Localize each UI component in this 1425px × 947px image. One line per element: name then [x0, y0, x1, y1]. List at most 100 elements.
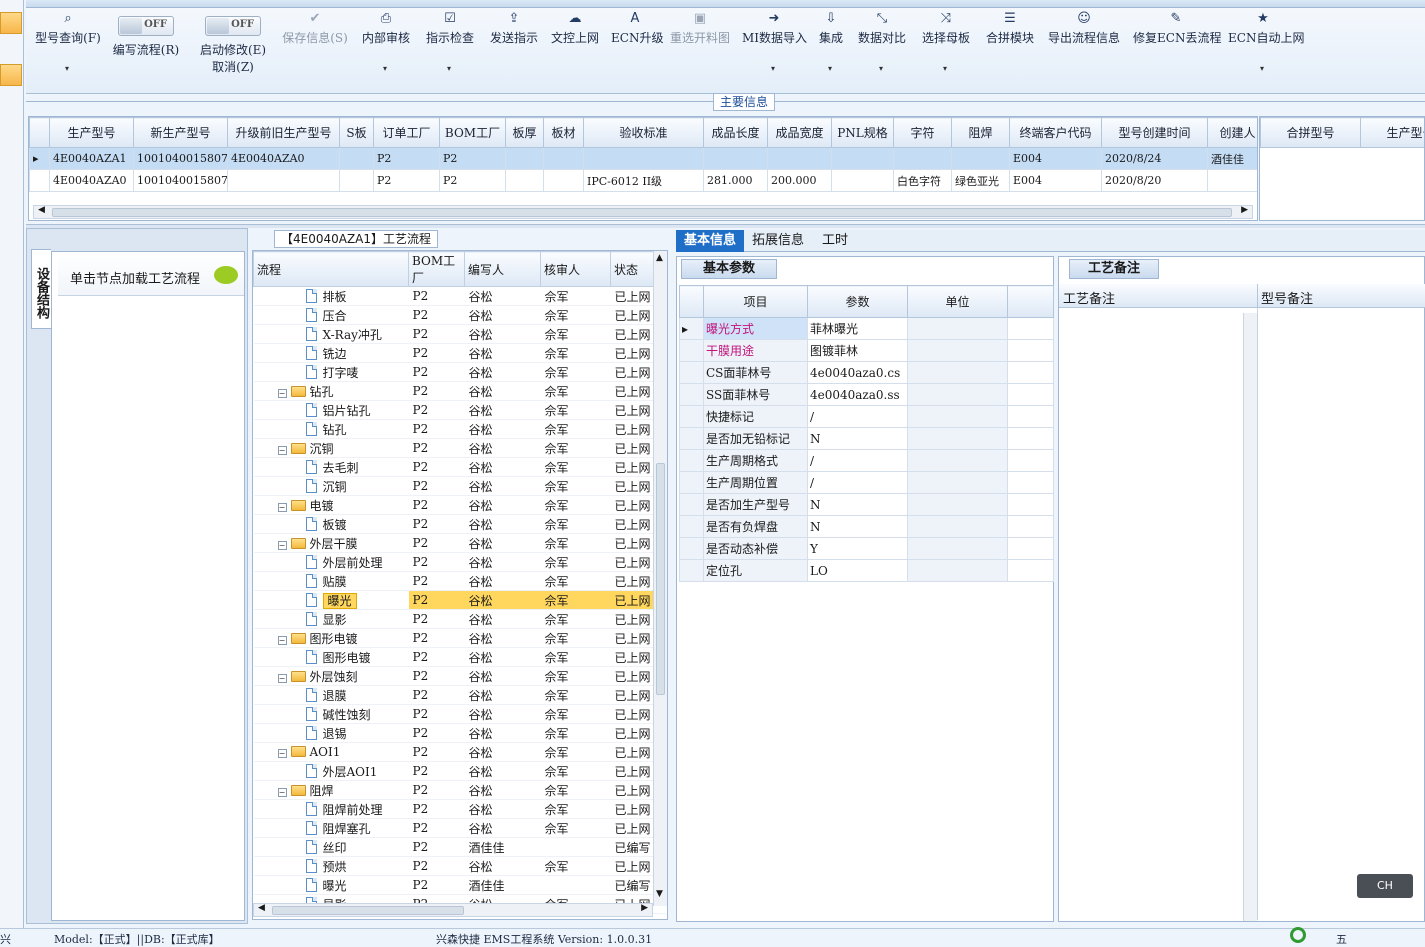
- toolbar-button-17[interactable]: ★ECN自动上网▾: [1228, 10, 1298, 90]
- toggle-switch[interactable]: OFF: [205, 16, 261, 36]
- collapse-icon[interactable]: −: [278, 788, 287, 797]
- param-value[interactable]: /: [808, 406, 908, 428]
- column-header[interactable]: 升级前旧生产型号: [228, 118, 340, 148]
- flow-row[interactable]: 铝片钻孔P2谷松佘军已上网: [254, 401, 666, 420]
- param-value[interactable]: Y: [808, 538, 908, 560]
- table-cell[interactable]: E004: [1010, 148, 1102, 170]
- flow-row[interactable]: 外层前处理P2谷松佘军已上网: [254, 553, 666, 572]
- table-cell[interactable]: [832, 148, 894, 170]
- remarks-vscroll[interactable]: [1243, 313, 1257, 921]
- column-header[interactable]: 板厚: [506, 118, 544, 148]
- scroll-right-arrow-icon[interactable]: ▶: [1241, 205, 1248, 215]
- table-cell[interactable]: [768, 148, 832, 170]
- param-value[interactable]: LO: [808, 560, 908, 582]
- tab-work-hours[interactable]: 工时: [814, 230, 856, 252]
- table-cell[interactable]: P2: [440, 170, 506, 192]
- flow-row[interactable]: 阻焊塞孔P2谷松佘军已上网: [254, 819, 666, 838]
- flow-row[interactable]: 排板P2谷松佘军已上网: [254, 287, 666, 306]
- table-cell[interactable]: 281.000: [704, 170, 768, 192]
- table-cell[interactable]: P2: [374, 170, 440, 192]
- param-column-header[interactable]: 参数: [808, 286, 908, 318]
- column-header[interactable]: 板材: [544, 118, 584, 148]
- table-cell[interactable]: 酒佳佳: [1208, 148, 1259, 170]
- param-value[interactable]: 4e0040aza0.cs: [808, 362, 908, 384]
- column-header[interactable]: 生产型号: [50, 118, 134, 148]
- param-value[interactable]: 4e0040aza0.ss: [808, 384, 908, 406]
- param-value[interactable]: N: [808, 516, 908, 538]
- flow-vscroll[interactable]: ▲ ▼: [653, 251, 667, 906]
- param-row[interactable]: 生产周期格式/: [680, 450, 1054, 472]
- toolbar-button-14[interactable]: ☰合拼模块: [984, 10, 1036, 90]
- param-value[interactable]: /: [808, 450, 908, 472]
- param-row[interactable]: 是否加生产型号N: [680, 494, 1054, 516]
- dropdown-arrow-icon[interactable]: ▾: [383, 64, 387, 73]
- table-cell[interactable]: [894, 148, 952, 170]
- flow-column-header[interactable]: BOM工厂: [409, 252, 465, 287]
- table-cell[interactable]: 10010400158074: [134, 148, 228, 170]
- toolbar-button-4[interactable]: ⎙内部审核▾: [360, 10, 412, 90]
- flow-vscroll-thumb[interactable]: [656, 463, 665, 695]
- table-cell[interactable]: [1208, 170, 1259, 192]
- collapse-icon[interactable]: −: [278, 674, 287, 683]
- dropdown-arrow-icon[interactable]: ▾: [1260, 64, 1264, 73]
- table-cell[interactable]: P2: [440, 148, 506, 170]
- flow-row[interactable]: 图形电镀P2谷松佘军已上网: [254, 648, 666, 667]
- param-row[interactable]: ▸曝光方式菲林曝光: [680, 318, 1054, 340]
- table-cell[interactable]: [340, 148, 374, 170]
- flow-row[interactable]: 压合P2谷松佘军已上网: [254, 306, 666, 325]
- scroll-left-arrow-icon[interactable]: ◀: [258, 903, 265, 913]
- param-unit[interactable]: [908, 384, 1008, 406]
- dropdown-arrow-icon[interactable]: ▾: [879, 64, 883, 73]
- column-header[interactable]: 型号创建时间: [1102, 118, 1208, 148]
- param-unit[interactable]: [908, 472, 1008, 494]
- column-header[interactable]: PNL规格: [832, 118, 894, 148]
- table-cell[interactable]: P2: [374, 148, 440, 170]
- merge-col-header-2[interactable]: 生产型号: [1361, 118, 1425, 148]
- collapse-icon[interactable]: −: [278, 749, 287, 758]
- table-row[interactable]: ▸4E0040AZA1100104001580744E0040AZA0P2P2E…: [30, 148, 1259, 170]
- flow-row[interactable]: 碱性蚀刻P2谷松佘军已上网: [254, 705, 666, 724]
- param-unit[interactable]: [908, 340, 1008, 362]
- toolbar-button-12[interactable]: ⤡数据对比▾: [858, 10, 906, 90]
- toolbar-button-16[interactable]: ✎修复ECN丢流程: [1133, 10, 1219, 90]
- param-unit[interactable]: [908, 362, 1008, 384]
- collapse-icon[interactable]: −: [278, 636, 287, 645]
- param-unit[interactable]: [908, 428, 1008, 450]
- tab-basic-info[interactable]: 基本信息: [676, 230, 744, 252]
- table-cell[interactable]: 绿色亚光: [952, 170, 1010, 192]
- param-row[interactable]: 快捷标记/: [680, 406, 1054, 428]
- toolbar-button-13[interactable]: ⤨选择母板▾: [920, 10, 972, 90]
- table-cell[interactable]: [340, 170, 374, 192]
- device-structure-tab[interactable]: 设备结构: [31, 249, 51, 329]
- table-cell[interactable]: [584, 148, 704, 170]
- column-header[interactable]: 创建人: [1208, 118, 1259, 148]
- flow-row[interactable]: −沉铜P2谷松佘军已上网: [254, 439, 666, 458]
- param-value[interactable]: 菲林曝光: [808, 318, 908, 340]
- flow-row[interactable]: 贴膜P2谷松佘军已上网: [254, 572, 666, 591]
- column-header[interactable]: BOM工厂: [440, 118, 506, 148]
- collapse-icon[interactable]: −: [278, 446, 287, 455]
- flow-row[interactable]: −外层干膜P2谷松佘军已上网: [254, 534, 666, 553]
- param-row[interactable]: 是否加无铅标记N: [680, 428, 1054, 450]
- flow-row[interactable]: 外层AOI1P2谷松佘军已上网: [254, 762, 666, 781]
- param-unit[interactable]: [908, 406, 1008, 428]
- toolbar-button-2[interactable]: OFF启动修改(E)取消(Z): [194, 10, 272, 90]
- param-unit[interactable]: [908, 450, 1008, 472]
- flow-row[interactable]: 退锡P2谷松佘军已上网: [254, 724, 666, 743]
- toolbar-button-8[interactable]: AECN升级: [611, 10, 659, 90]
- param-column-header[interactable]: 项目: [704, 286, 808, 318]
- column-header[interactable]: 订单工厂: [374, 118, 440, 148]
- column-header[interactable]: 字符: [894, 118, 952, 148]
- column-header[interactable]: 验收标准: [584, 118, 704, 148]
- toolbar-button-10[interactable]: ➜MI数据导入▾: [742, 10, 806, 90]
- column-header[interactable]: 终端客户代码: [1010, 118, 1102, 148]
- flow-row[interactable]: −阻焊P2谷松佘军已上网: [254, 781, 666, 800]
- param-unit[interactable]: [908, 538, 1008, 560]
- table-cell[interactable]: [506, 148, 544, 170]
- scroll-right-arrow-icon[interactable]: ▶: [641, 903, 648, 913]
- flow-row[interactable]: 去毛刺P2谷松佘军已上网: [254, 458, 666, 477]
- column-header[interactable]: 成品长度: [704, 118, 768, 148]
- flow-row[interactable]: 预烘P2谷松佘军已上网: [254, 857, 666, 876]
- dropdown-arrow-icon[interactable]: ▾: [771, 64, 775, 73]
- param-row[interactable]: 是否动态补偿Y: [680, 538, 1054, 560]
